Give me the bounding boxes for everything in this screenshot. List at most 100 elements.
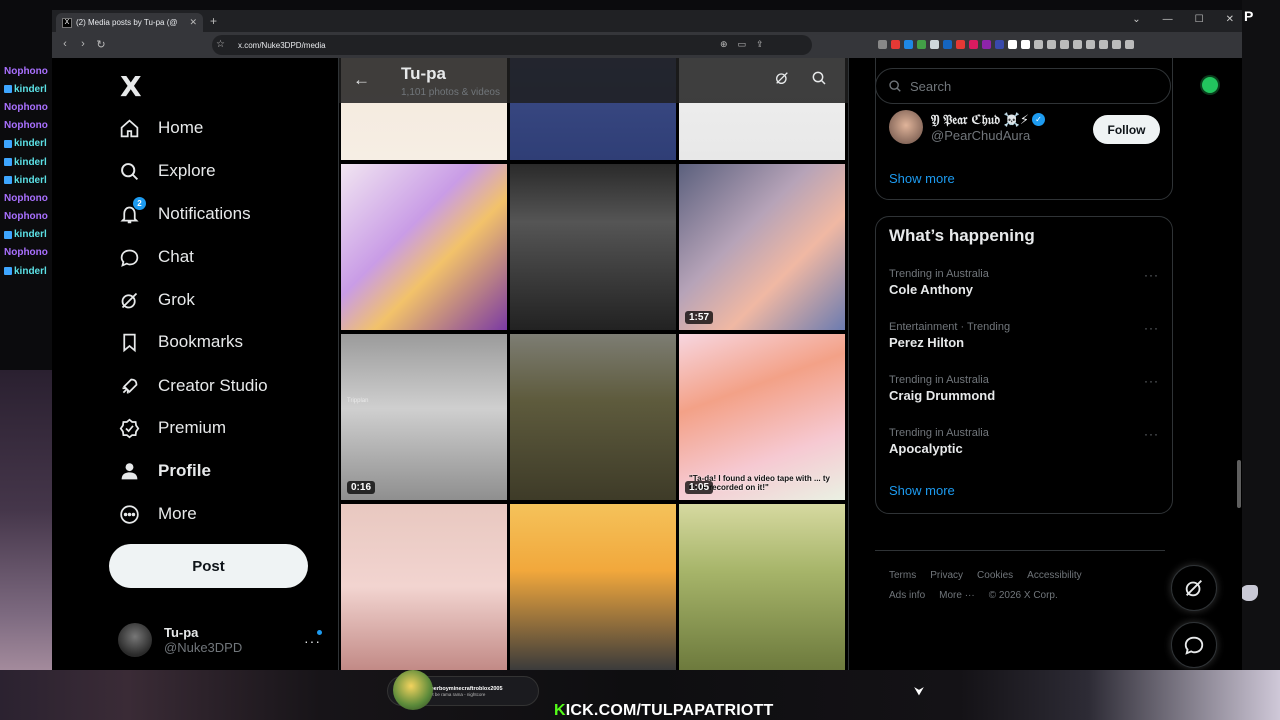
close-tab-icon[interactable]: ✕	[189, 17, 197, 28]
extension-icon[interactable]	[930, 40, 939, 49]
media-video-tile[interactable]: Tripplan 0:16	[341, 334, 507, 500]
forward-icon[interactable]: ›	[74, 38, 92, 51]
extension-icon[interactable]	[956, 40, 965, 49]
messages-fab[interactable]	[1171, 622, 1217, 668]
chat-badge-icon	[4, 267, 12, 276]
nav-item-home[interactable]: Home	[118, 110, 203, 146]
browser-tab[interactable]: X (2) Media posts by Tu-pa (@ ✕	[56, 13, 203, 32]
browser-window: X (2) Media posts by Tu-pa (@ ✕ + ⌄ — ☐ …	[52, 10, 1242, 670]
media-image-tile[interactable]	[341, 504, 507, 670]
extension-icon[interactable]	[1125, 40, 1134, 49]
nav-item-chat[interactable]: Chat	[118, 239, 194, 275]
x-favicon-icon: X	[62, 17, 72, 28]
nav-item-more[interactable]: More	[118, 496, 197, 532]
extension-icon[interactable]	[1034, 40, 1043, 49]
chat-username: kinderl	[14, 138, 47, 150]
extension-icon[interactable]	[917, 40, 926, 49]
chat-bubble-icon	[1184, 636, 1204, 655]
zoom-icon[interactable]: ⊕	[720, 39, 728, 50]
footer-link[interactable]: Ads info	[889, 590, 925, 601]
minimize-icon[interactable]: —	[1163, 14, 1173, 25]
extension-icon[interactable]	[995, 40, 1004, 49]
maximize-icon[interactable]: ☐	[1195, 14, 1204, 25]
show-more-follow[interactable]: Show more	[889, 171, 955, 186]
trend-more-icon[interactable]: ···	[1144, 427, 1159, 441]
cast-icon[interactable]: ▭	[738, 39, 747, 50]
account-more-icon[interactable]: ···	[304, 633, 321, 649]
extension-icon[interactable]	[1112, 40, 1121, 49]
tab-search-icon[interactable]: ⌄	[1132, 14, 1140, 25]
chat-message: kinderl	[0, 80, 52, 98]
nav-item-explore[interactable]: Explore	[118, 153, 216, 189]
footer-link[interactable]: Privacy	[930, 570, 963, 581]
back-icon[interactable]: ‹	[56, 38, 74, 51]
search-icon	[118, 160, 140, 182]
nav-item-grok[interactable]: Grok	[118, 282, 195, 318]
trend-item[interactable]: Trending in Australia Cole Anthony ···	[889, 268, 1159, 297]
page-scrollbar[interactable]	[1237, 460, 1241, 508]
media-image-tile[interactable]	[510, 504, 676, 670]
footer-link[interactable]: Terms	[889, 570, 916, 581]
media-image-tile[interactable]	[679, 504, 845, 670]
trend-item[interactable]: Trending in Australia Craig Drummond ···	[889, 374, 1159, 403]
media-video-tile[interactable]: "Ta-da! I found a video tape with ... ty…	[679, 334, 845, 500]
sub-user: superboyminecraftroblox2005	[424, 685, 503, 692]
extension-icon[interactable]	[969, 40, 978, 49]
grok-fab[interactable]	[1171, 565, 1217, 611]
media-image-tile[interactable]	[510, 164, 676, 330]
trend-more-icon[interactable]: ···	[1144, 268, 1159, 282]
nav-item-notifications[interactable]: 2 Notifications	[118, 196, 251, 232]
trend-context: Trending in Australia	[889, 427, 989, 439]
nav-item-profile[interactable]: Profile	[118, 453, 211, 489]
extension-icon[interactable]	[891, 40, 900, 49]
streamer-avatar	[0, 370, 52, 720]
chat-message: Nophono	[0, 208, 52, 226]
bookmark-page-icon[interactable]: ☆	[216, 39, 225, 50]
grok-icon[interactable]	[774, 70, 790, 91]
chat-message: kinderl	[0, 226, 52, 244]
media-video-tile[interactable]: 1:57	[679, 164, 845, 330]
x-logo-icon[interactable]: X	[120, 70, 142, 103]
reload-icon[interactable]: ↻	[92, 38, 110, 51]
nav-item-premium[interactable]: Premium	[118, 410, 226, 446]
new-tab-icon[interactable]: +	[210, 14, 217, 28]
x-app: X Home Explore 2 Notifications Chat Grok Bookm…	[52, 58, 1242, 670]
footer-links: Terms Privacy Cookies Accessibility Ads info…	[889, 566, 1149, 606]
footer-link[interactable]: Accessibility	[1027, 570, 1081, 581]
extension-icon[interactable]	[1021, 40, 1030, 49]
extension-icon[interactable]	[943, 40, 952, 49]
suggested-user-handle: @PearChudAura	[931, 127, 1031, 143]
trend-item[interactable]: Entertainment · Trending Perez Hilton ···	[889, 321, 1159, 350]
extension-icon[interactable]	[1086, 40, 1095, 49]
chat-message: Nophono	[0, 98, 52, 116]
suggested-user[interactable]: 𝔜 𝔓𝔢𝔞𝔯 ℭ𝔥𝔲𝔡 ☠️⚡ ✓ @PearChudAura	[889, 110, 1045, 144]
media-image-tile[interactable]	[510, 334, 676, 500]
search-icon[interactable]	[811, 70, 827, 91]
extension-icon[interactable]	[1073, 40, 1082, 49]
account-switcher[interactable]: Tu-pa @Nuke3DPD	[118, 623, 242, 657]
extension-icon[interactable]	[982, 40, 991, 49]
follow-button[interactable]: Follow	[1093, 115, 1160, 144]
back-arrow-icon[interactable]: ←	[353, 70, 370, 90]
trend-more-icon[interactable]: ···	[1144, 321, 1159, 335]
search-input[interactable]: Search	[875, 68, 1171, 104]
nav-item-creator-studio[interactable]: Creator Studio	[118, 368, 268, 404]
share-icon[interactable]: ⇪	[756, 39, 764, 50]
extension-icon[interactable]	[1099, 40, 1108, 49]
avatar	[118, 623, 152, 657]
footer-link[interactable]: Cookies	[977, 570, 1013, 581]
extension-icon[interactable]	[1047, 40, 1056, 49]
trend-more-icon[interactable]: ···	[1144, 374, 1159, 388]
chat-username: Nophono	[4, 65, 48, 77]
close-window-icon[interactable]: ✕	[1226, 14, 1234, 25]
extension-icon[interactable]	[878, 40, 887, 49]
extension-icon[interactable]	[904, 40, 913, 49]
media-image-tile[interactable]	[341, 164, 507, 330]
extension-icon[interactable]	[1008, 40, 1017, 49]
post-button[interactable]: Post	[109, 544, 308, 588]
footer-link[interactable]: More ···	[939, 590, 975, 601]
nav-item-bookmarks[interactable]: Bookmarks	[118, 324, 243, 360]
trend-item[interactable]: Trending in Australia Apocalyptic ···	[889, 427, 1159, 456]
show-more-trends[interactable]: Show more	[889, 483, 955, 498]
extension-icon[interactable]	[1060, 40, 1069, 49]
